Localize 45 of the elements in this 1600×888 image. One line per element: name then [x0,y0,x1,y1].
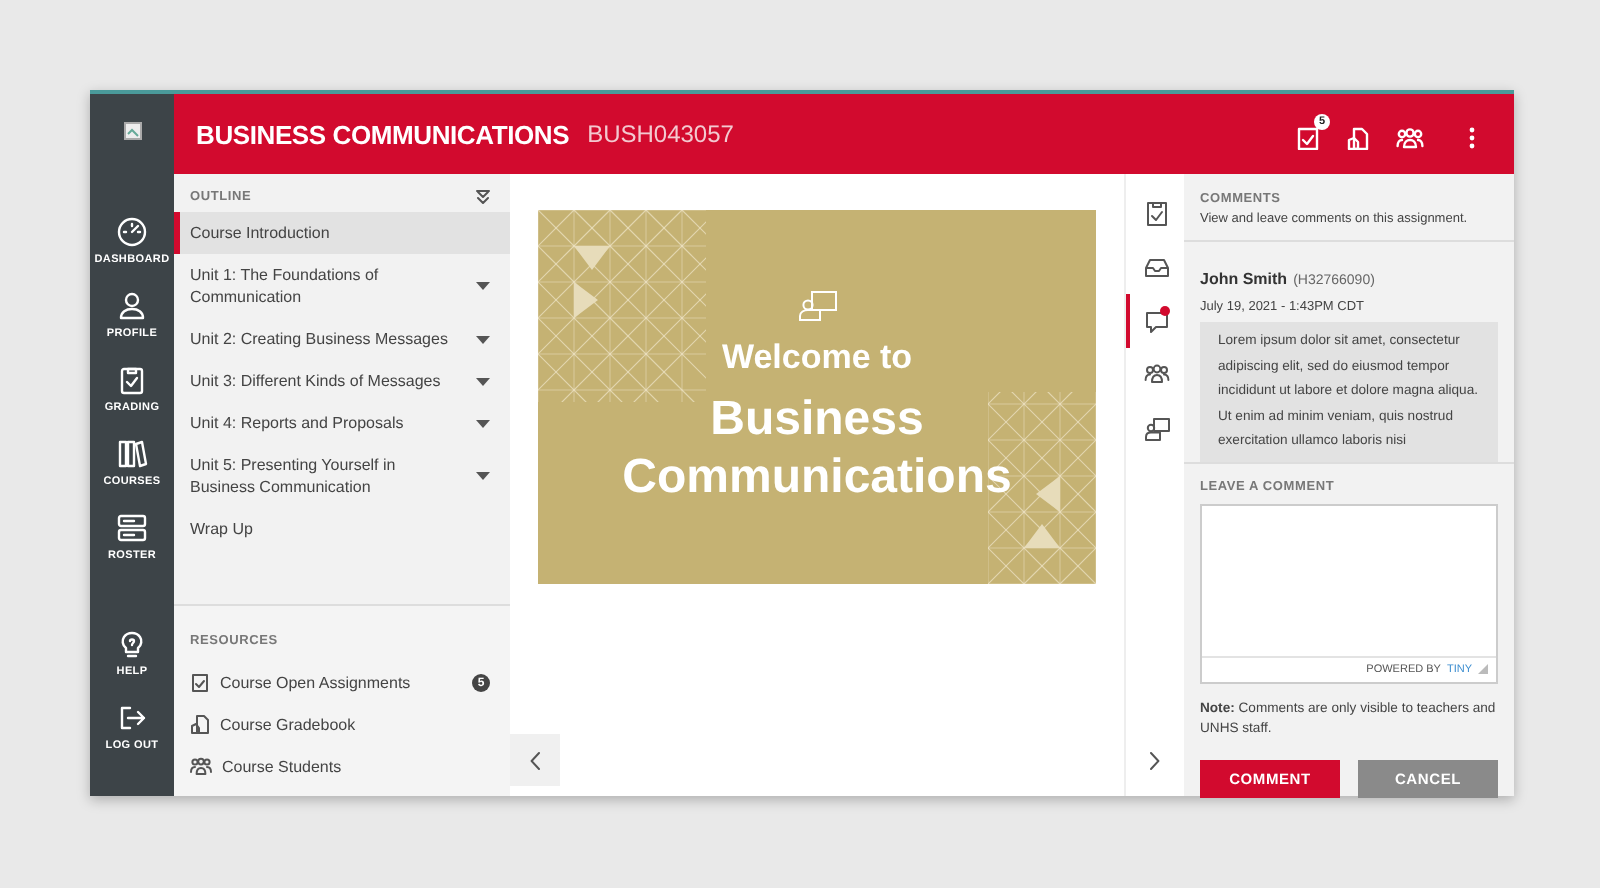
outline-item[interactable]: Wrap Up [174,508,510,550]
people-group-icon [1144,362,1170,388]
gauge-icon [116,216,148,248]
caret-down-icon [476,419,490,427]
people-group-icon [190,756,212,778]
books-icon [115,438,148,470]
people-group-icon [1396,126,1424,150]
outline-item[interactable]: Unit 4: Reports and Proposals [174,402,510,444]
presenter-icon [1144,416,1170,442]
presenter-icon [797,289,837,321]
welcome-title: Business Communications [620,389,1014,505]
chevron-right-icon [1150,751,1160,769]
caret-down-icon [476,335,490,343]
broken-image-icon [123,122,141,140]
resource-link[interactable]: Course Gradebook [174,704,510,746]
double-chevron-down-icon [476,190,490,204]
document-hand-icon [190,714,210,736]
welcome-subtitle: Welcome to [721,337,913,377]
person-icon [115,290,148,322]
course-code: BUSH043057 [587,120,734,148]
caret-down-icon [476,282,490,290]
document-hand-icon [1346,126,1370,150]
outline-item[interactable]: Unit 1: The Foundations of Communication [174,254,510,318]
id-card-icon [116,512,148,544]
clipboard-check-icon [1296,126,1320,150]
inbox-tray-icon [1144,254,1170,280]
collapse-all-button[interactable] [476,190,490,204]
clipboard-check-icon [1144,200,1170,226]
caret-down-icon [476,377,490,385]
clipboard-check-icon [116,364,148,396]
speech-bubble-icon [1144,308,1170,334]
outline-item[interactable]: Unit 5: Presenting Yourself in Business Communication [174,444,510,508]
resource-link[interactable]: Course Students [174,746,510,788]
resize-handle-icon[interactable] [1478,664,1488,674]
outline-item[interactable]: Unit 3: Different Kinds of Messages [174,360,510,402]
course-title: BUSINESS COMMUNICATIONS [196,119,570,149]
kebab-menu-icon [1468,126,1476,150]
caret-down-icon [476,472,490,480]
clipboard-check-icon [190,672,210,694]
outline-item[interactable]: Unit 2: Creating Business Messages [174,318,510,360]
lightbulb-icon [116,628,148,660]
chevron-left-icon [530,751,540,769]
comment-author: John Smith [1200,270,1288,288]
logout-icon [116,702,148,734]
outline-item[interactable]: Course Introduction [174,212,510,254]
